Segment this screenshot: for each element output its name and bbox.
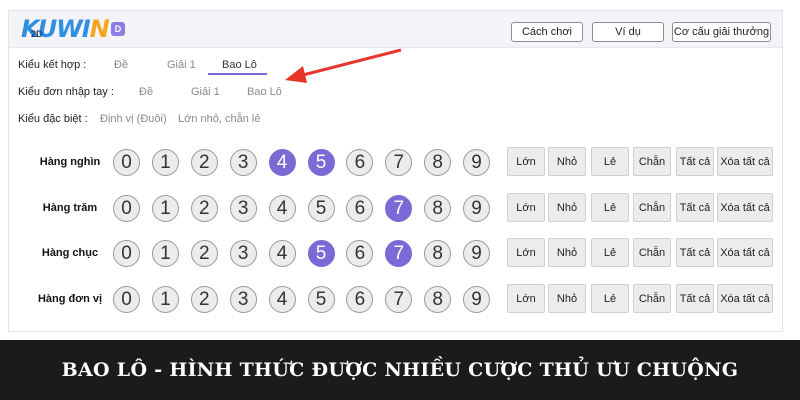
digit-ball-3[interactable]: 3 — [229, 195, 257, 222]
manual-option-bao-lo[interactable]: Bao Lô — [247, 86, 282, 98]
manual-option-giai1[interactable]: Giải 1 — [191, 86, 220, 98]
digit-ball-2[interactable]: 2 — [190, 240, 218, 267]
quick-button[interactable]: Nhỏ — [548, 193, 586, 222]
quick-button[interactable]: Chẵn — [633, 284, 671, 313]
digit-row: Hàng đơn vị 0 1 2 3 4 5 6 7 8 9 Lớn Nhỏ Lẻ Chẵn Tất cả X… — [9, 282, 782, 316]
digit-ball-8[interactable]: 8 — [424, 240, 452, 267]
digit-ball-5[interactable]: 5 — [307, 195, 335, 222]
digit-ball-3[interactable]: 3 — [229, 240, 257, 267]
panel-header: KUWIN D 2D Cách chơi Ví dụ Cơ cấu giải t… — [9, 11, 782, 48]
digit-ball-2[interactable]: 2 — [190, 195, 218, 222]
digit-ball-6[interactable]: 6 — [346, 195, 374, 222]
quick-button[interactable]: Lớn — [507, 238, 545, 267]
digit-ball-4[interactable]: 4 — [268, 240, 296, 267]
quick-button[interactable]: Lẻ — [591, 147, 629, 176]
prize-structure-button[interactable]: Cơ cấu giải thưởng — [672, 22, 771, 42]
quick-button[interactable]: Tất cả — [676, 284, 714, 313]
logo-tag: D — [110, 22, 126, 36]
quick-button[interactable]: Nhỏ — [548, 147, 586, 176]
digit-ball-2[interactable]: 2 — [190, 149, 218, 176]
digit-ball-9[interactable]: 9 — [463, 240, 491, 267]
quick-button[interactable]: Tất cả — [676, 147, 714, 176]
digit-ball-6[interactable]: 6 — [346, 286, 374, 313]
quick-button[interactable]: Xóa tất cả — [717, 284, 773, 313]
manual-entry-row: Kiểu đơn nhập tay : Đề Giải 1 Bao Lô — [9, 82, 782, 104]
manual-entry-label: Kiểu đơn nhập tay : — [18, 86, 114, 98]
digit-ball-1[interactable]: 1 — [151, 240, 179, 267]
quick-button[interactable]: Lớn — [507, 284, 545, 313]
digit-ball-9[interactable]: 9 — [463, 286, 491, 313]
quick-button[interactable]: Lẻ — [591, 238, 629, 267]
digit-ball-4[interactable]: 4 — [268, 195, 296, 222]
digit-ball-5[interactable]: 5 — [307, 149, 335, 176]
quick-button[interactable]: Lẻ — [591, 193, 629, 222]
quick-button[interactable]: Nhỏ — [548, 238, 586, 267]
special-option-position[interactable]: Định vị (Đuôi) — [100, 113, 167, 125]
digit-row: Hàng trăm 0 1 2 3 4 5 6 7 8 9 Lớn Nhỏ Lẻ Chẵn Tất cả Xóa… — [9, 191, 782, 225]
betting-panel: KUWIN D 2D Cách chơi Ví dụ Cơ cấu giải t… — [8, 10, 783, 332]
digit-ball-8[interactable]: 8 — [424, 195, 452, 222]
digit-ball-6[interactable]: 6 — [346, 149, 374, 176]
digit-ball-1[interactable]: 1 — [151, 195, 179, 222]
digit-ball-0[interactable]: 0 — [113, 149, 140, 176]
quick-button[interactable]: Xóa tất cả — [717, 193, 773, 222]
digit-row: Hàng chục 0 1 2 3 4 5 6 7 8 9 Lớn Nhỏ Lẻ Chẵn Tất cả Xóa… — [9, 236, 782, 270]
digit-ball-5[interactable]: 5 — [307, 240, 335, 267]
quick-button[interactable]: Lẻ — [591, 284, 629, 313]
special-type-row: Kiểu đặc biệt : Định vị (Đuôi) Lớn nhỏ, … — [9, 109, 782, 131]
quick-button[interactable]: Tất cả — [676, 193, 714, 222]
quick-button[interactable]: Chẵn — [633, 193, 671, 222]
digit-ball-3[interactable]: 3 — [229, 149, 257, 176]
combo-option-giai1[interactable]: Giải 1 — [167, 59, 196, 71]
logo-badge: 2D — [31, 29, 43, 39]
combo-option-bao-lo[interactable]: Bao Lô — [222, 59, 257, 71]
combo-type-label: Kiểu kết hợp : — [18, 59, 87, 71]
red-arrow-icon — [285, 48, 402, 83]
combo-option-de[interactable]: Đề — [114, 59, 128, 71]
quick-button[interactable]: Xóa tất cả — [717, 238, 773, 267]
digit-ball-5[interactable]: 5 — [307, 286, 335, 313]
digit-ball-7[interactable]: 7 — [385, 149, 413, 176]
special-option-size-parity[interactable]: Lớn nhỏ, chẵn lẻ — [178, 113, 260, 125]
digit-ball-1[interactable]: 1 — [151, 286, 179, 313]
quick-button[interactable]: Lớn — [507, 147, 545, 176]
digit-ball-0[interactable]: 0 — [113, 240, 140, 267]
digit-ball-2[interactable]: 2 — [190, 286, 218, 313]
active-option-underline — [208, 73, 267, 75]
digit-ball-8[interactable]: 8 — [424, 149, 452, 176]
banner-text: BAO LÔ - HÌNH THỨC ĐƯỢC NHIỀU CƯỢC THỦ Ư… — [61, 359, 739, 381]
digit-ball-4[interactable]: 4 — [268, 149, 296, 176]
quick-button[interactable]: Chẵn — [633, 238, 671, 267]
quick-button[interactable]: Xóa tất cả — [717, 147, 773, 176]
digit-ball-4[interactable]: 4 — [268, 286, 296, 313]
row-label: Hàng đơn vị — [37, 293, 103, 305]
digit-ball-8[interactable]: 8 — [424, 286, 452, 313]
quick-button[interactable]: Lớn — [507, 193, 545, 222]
how-to-play-button[interactable]: Cách chơi — [511, 22, 583, 42]
digit-ball-3[interactable]: 3 — [229, 286, 257, 313]
quick-button[interactable]: Nhỏ — [548, 284, 586, 313]
digit-ball-9[interactable]: 9 — [463, 195, 491, 222]
digit-ball-9[interactable]: 9 — [463, 149, 491, 176]
manual-option-de[interactable]: Đề — [139, 86, 153, 98]
special-type-label: Kiểu đặc biệt : — [18, 113, 88, 125]
digit-ball-0[interactable]: 0 — [113, 286, 140, 313]
digit-row: Hàng nghìn 0 1 2 3 4 5 6 7 8 9 Lớn Nhỏ Lẻ Chẵn Tất cả Xó… — [9, 145, 782, 179]
caption-banner: BAO LÔ - HÌNH THỨC ĐƯỢC NHIỀU CƯỢC THỦ Ư… — [0, 340, 800, 400]
row-label: Hàng nghìn — [39, 156, 101, 168]
digit-ball-6[interactable]: 6 — [346, 240, 374, 267]
row-label: Hàng chục — [41, 247, 99, 259]
digit-ball-7[interactable]: 7 — [385, 195, 413, 222]
quick-button[interactable]: Chẵn — [633, 147, 671, 176]
digit-ball-7[interactable]: 7 — [385, 286, 413, 313]
kuwin-logo: KUWIN D 2D — [21, 16, 126, 42]
example-button[interactable]: Ví dụ — [592, 22, 664, 42]
digit-ball-0[interactable]: 0 — [113, 195, 140, 222]
digit-ball-1[interactable]: 1 — [151, 149, 179, 176]
digit-ball-7[interactable]: 7 — [385, 240, 413, 267]
quick-button[interactable]: Tất cả — [676, 238, 714, 267]
row-label: Hàng trăm — [42, 202, 98, 214]
